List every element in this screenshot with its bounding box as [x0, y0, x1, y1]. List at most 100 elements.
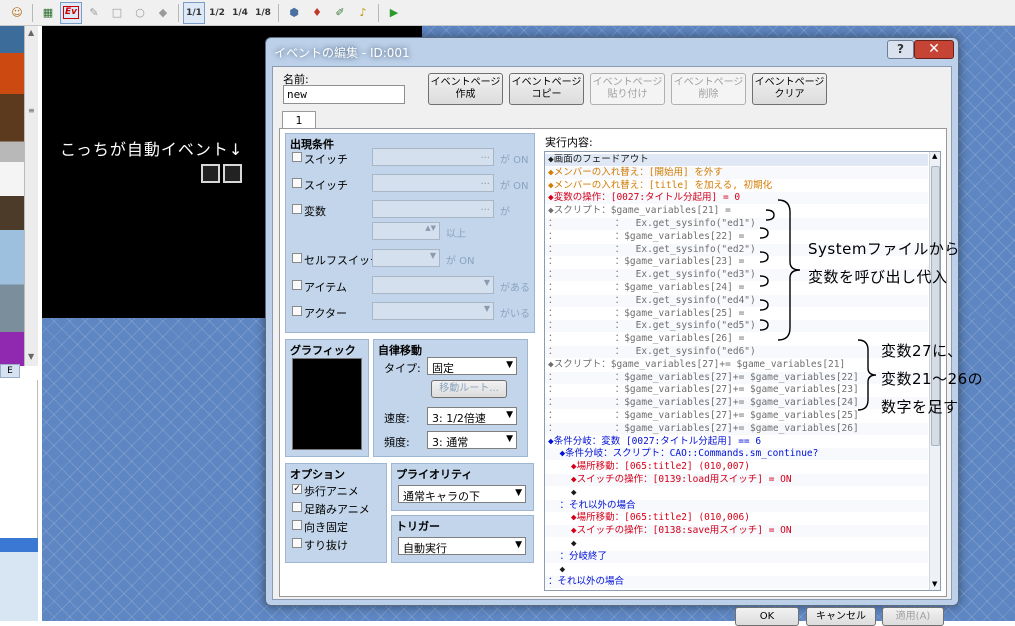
event-name-input[interactable]: new	[283, 85, 405, 104]
close-button[interactable]: ✕	[914, 40, 954, 59]
command-row[interactable]: ◆	[545, 486, 928, 499]
move-route-button[interactable]: 移動ルート...	[431, 380, 507, 398]
character-icon[interactable]: ☺	[6, 2, 28, 24]
type-value: 固定	[432, 362, 454, 375]
command-row[interactable]: ◆条件分岐：変数 [0027:タイトル分起用] == 6	[545, 435, 928, 448]
zoom-1-4-button[interactable]: 1/4	[229, 2, 251, 24]
trigger-title: トリガー	[396, 520, 440, 533]
command-row[interactable]: ◆スクリプト：$game_variables[21] =	[545, 205, 928, 218]
zoom-1-1-button[interactable]: 1/1	[183, 1, 205, 24]
tab-page-1[interactable]: 1	[282, 111, 316, 129]
command-row[interactable]: ： ：$game_variables[26] =	[545, 333, 928, 346]
dialog-titlebar[interactable]: イベントの編集 - ID:001 ? ✕	[266, 38, 958, 66]
paste-page-button[interactable]: イベントページ 貼り付け	[590, 73, 665, 105]
scroll-up-icon[interactable]: ▲	[932, 152, 937, 160]
variable-value-spinner[interactable]: ▲▼	[372, 222, 440, 240]
ok-button[interactable]: OK	[735, 607, 799, 626]
delete-page-button[interactable]: イベントページ 削除	[671, 73, 746, 105]
event-tile[interactable]	[223, 164, 242, 183]
command-row[interactable]: ： ：$game_variables[27]+= $game_variables…	[545, 422, 928, 435]
cancel-button[interactable]: キャンセル	[806, 607, 876, 626]
command-row[interactable]: ：それ以外の場合	[545, 576, 928, 589]
tileset-tab-e[interactable]: E	[0, 364, 20, 378]
command-row[interactable]: ◆スイッチの操作：[0138:save用スイッチ] = ON	[545, 525, 928, 538]
command-row[interactable]: ： ：$game_variables[27]+= $game_variables…	[545, 384, 928, 397]
scroll-down-icon[interactable]: ▼	[932, 580, 937, 588]
event-mode-button[interactable]: Ev	[60, 1, 82, 24]
scroll-down-icon[interactable]: ▼	[28, 352, 34, 361]
tileset-scrollbar[interactable]: ▲ ≡ ▼	[24, 26, 38, 366]
through-checkbox[interactable]	[292, 538, 302, 548]
command-row[interactable]: ◆場所移動：[065:title2] (010,007)	[545, 461, 928, 474]
command-row[interactable]: ： ： Ex.get_sysinfo("ed1")	[545, 218, 928, 230]
actor-select[interactable]: ▼	[372, 302, 494, 320]
priority-select[interactable]: 通常キャラの下 ▼	[398, 485, 526, 503]
play-icon[interactable]: ▶	[383, 2, 405, 24]
self-switch-select[interactable]: ▼	[372, 249, 440, 267]
switch1-label: スイッチ	[304, 153, 348, 166]
command-row[interactable]: ◆画面のフェードアウト	[545, 154, 928, 166]
walk-anim-checkbox[interactable]: ✓	[292, 484, 302, 494]
self-switch-checkbox[interactable]	[292, 253, 302, 263]
command-row[interactable]: ： ：$game_variables[27]+= $game_variables…	[545, 371, 928, 384]
tileset-mode-icon[interactable]: ▦	[37, 2, 59, 24]
help-button[interactable]: ?	[887, 40, 914, 59]
variable-checkbox[interactable]	[292, 204, 302, 214]
script-editor-icon[interactable]: ✐	[329, 2, 351, 24]
direction-fix-checkbox[interactable]	[292, 520, 302, 530]
ellipse-icon[interactable]: ○	[129, 2, 151, 24]
item-checkbox[interactable]	[292, 280, 302, 290]
pencil-icon[interactable]: ✎	[83, 2, 105, 24]
type-select[interactable]: 固定 ▼	[427, 357, 517, 375]
event-tile[interactable]	[201, 164, 220, 183]
command-row[interactable]: ： ：$game_variables[27]+= $game_variables…	[545, 397, 928, 410]
speed-select[interactable]: 3: 1/2倍速 ▼	[427, 407, 517, 425]
command-row[interactable]: ◆場所移動：[065:title2] (010,006)	[545, 512, 928, 525]
command-row[interactable]: ◆変数の操作：[0027:タイトル分起用] = 0	[545, 192, 928, 205]
database-icon[interactable]: ⬢	[283, 2, 305, 24]
command-row[interactable]: ： ： Ex.get_sysinfo("ed5")	[545, 320, 928, 333]
material-icon[interactable]: ♦	[306, 2, 328, 24]
rectangle-icon[interactable]: □	[106, 2, 128, 24]
command-row[interactable]: ：それ以外の場合	[545, 499, 928, 512]
switch2-checkbox[interactable]	[292, 178, 302, 188]
actor-checkbox[interactable]	[292, 306, 302, 316]
chevron-down-icon: ▼	[506, 360, 513, 370]
sound-test-icon[interactable]: ♪	[352, 2, 374, 24]
zoom-1-2-button[interactable]: 1/2	[206, 2, 228, 24]
step-anim-checkbox[interactable]	[292, 502, 302, 512]
command-row[interactable]: ◆	[545, 563, 928, 576]
command-row[interactable]: ◆スイッチの操作：[0139:load用スイッチ] = ON	[545, 474, 928, 486]
switch2-select[interactable]: ...	[372, 174, 494, 192]
frequency-select[interactable]: 3: 通常 ▼	[427, 431, 517, 449]
map-tree-selected-item[interactable]	[0, 538, 38, 552]
command-row[interactable]: ◆条件分岐：スクリプト：CAO::Commands.sm_continue?	[545, 448, 928, 461]
variable-select[interactable]: ...	[372, 200, 494, 218]
trigger-select[interactable]: 自動実行 ▼	[398, 537, 526, 555]
command-row[interactable]: ◆スクリプト：$game_variables[27]+= $game_varia…	[545, 358, 928, 371]
command-row[interactable]: ：分岐終了	[545, 550, 928, 563]
switch1-checkbox[interactable]	[292, 152, 302, 162]
actor-suffix: がいる	[500, 309, 530, 320]
command-row[interactable]: ： ： Ex.get_sysinfo("ed6")	[545, 346, 928, 358]
command-row[interactable]: ： ：$game_variables[27]+= $game_variables…	[545, 410, 928, 422]
switch1-select[interactable]: ...	[372, 148, 494, 166]
zoom-1-8-button[interactable]: 1/8	[252, 2, 274, 24]
copy-page-button[interactable]: イベントページ コピー	[509, 73, 584, 105]
tileset-palette[interactable]	[0, 26, 24, 366]
new-page-button[interactable]: イベントページ 作成	[428, 73, 503, 105]
command-row[interactable]: ◆	[545, 538, 928, 550]
command-row[interactable]: ◆メンバーの入れ替え：[title] を加える, 初期化	[545, 179, 928, 192]
fill-icon[interactable]: ◆	[152, 2, 174, 24]
scroll-grip-icon[interactable]: ≡	[28, 106, 35, 115]
chevron-down-icon: ▼	[506, 410, 513, 420]
apply-button[interactable]: 適用(A)	[882, 607, 944, 626]
command-row[interactable]: ： ：$game_variables[25] =	[545, 307, 928, 320]
graphic-preview[interactable]	[292, 358, 362, 450]
item-select[interactable]: ▼	[372, 276, 494, 294]
button-line1: イベントページ	[673, 77, 744, 88]
command-row[interactable]: ： ： Ex.get_sysinfo("ed4")	[545, 294, 928, 307]
clear-page-button[interactable]: イベントページ クリア	[752, 73, 827, 105]
command-row[interactable]: ◆メンバーの入れ替え：[開始用] を外す	[545, 166, 928, 179]
scroll-up-icon[interactable]: ▲	[28, 28, 34, 37]
